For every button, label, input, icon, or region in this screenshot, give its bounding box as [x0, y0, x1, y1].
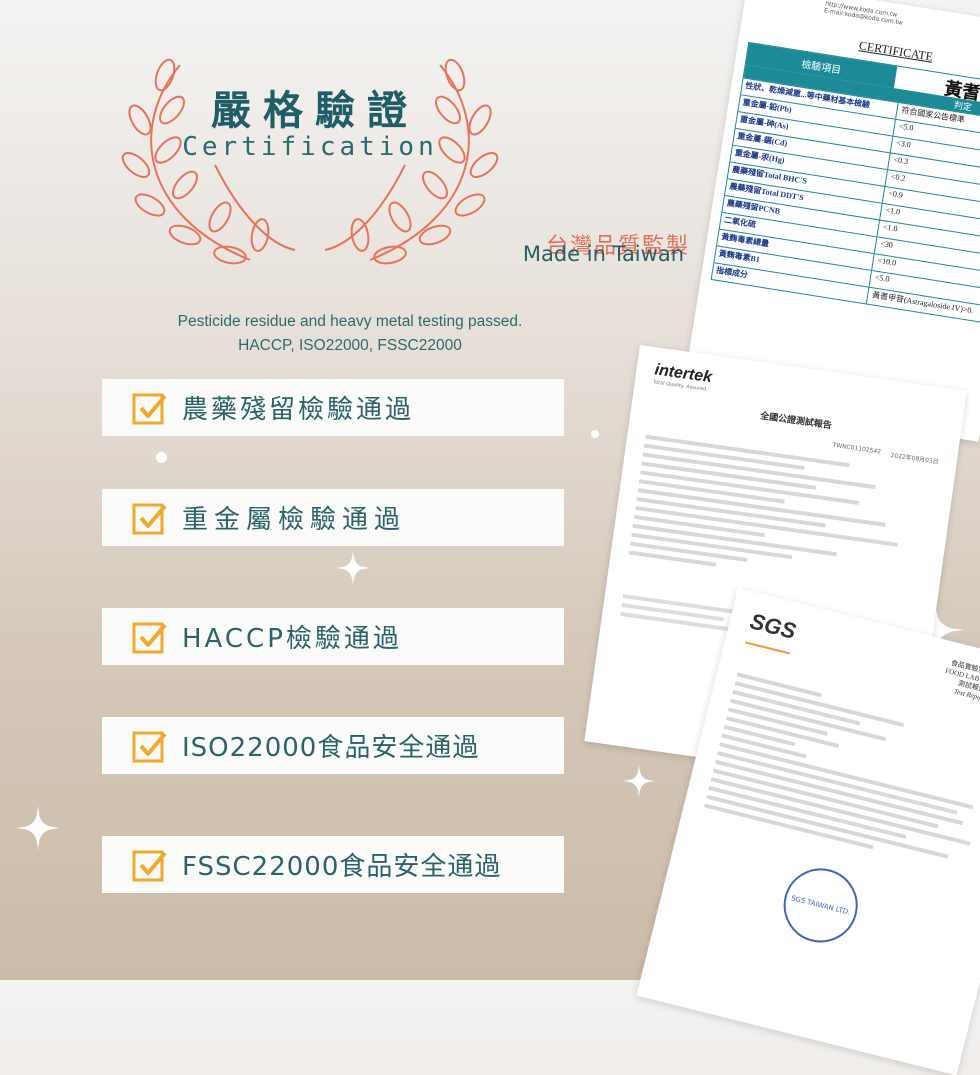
tests-passed-line1: Pesticide residue and heavy metal testin…	[177, 313, 523, 330]
sgs-logo: SGS	[744, 608, 799, 655]
tests-passed-text: Pesticide residue and heavy metal testin…	[110, 310, 590, 358]
decorative-dot	[156, 452, 167, 463]
checkbox-checked-icon	[132, 393, 167, 424]
certificate-table: 檢驗項目 黃耆 判定 性狀、乾燥減重...等中藥材基本檢驗 符合國家公告標準 重金屬-…	[710, 41, 980, 326]
sparkle-icon	[622, 764, 656, 798]
checkbox-checked-icon	[132, 850, 167, 881]
intertek-report-no: TWNC01102542	[832, 441, 882, 456]
checkbox-checked-icon	[132, 622, 167, 653]
checkbox-checked-icon	[132, 503, 167, 534]
check-row-iso22000: ISO22000食品安全通過	[102, 717, 564, 774]
made-in-taiwan-en: Made in Taiwan	[522, 242, 684, 266]
tests-passed-line2: HACCP, ISO22000, FSSC22000	[238, 337, 462, 354]
checkbox-checked-icon	[132, 731, 167, 762]
decorative-dot	[591, 430, 599, 438]
sgs-stamp-text: SGS TAIWAN LTD.	[790, 894, 852, 917]
intertek-date: 2022年08月03日	[890, 451, 940, 466]
check-row-haccp: HACCP檢驗通過	[102, 608, 564, 665]
sgs-stamp: SGS TAIWAN LTD.	[775, 860, 866, 951]
check-row-fssc22000: FSSC22000食品安全通過	[102, 836, 564, 893]
check-row-heavy-metal: 重金屬檢驗通過	[102, 489, 564, 546]
page-title: 嚴格驗證	[211, 88, 419, 134]
decorative-dot	[337, 743, 348, 754]
page-subtitle: Certification	[182, 132, 438, 162]
check-row-pesticide: 農藥殘留檢驗通過	[102, 379, 564, 436]
check-row-label: 農藥殘留檢驗通過	[182, 395, 415, 425]
sparkle-icon	[15, 805, 61, 851]
check-row-label: FSSC22000食品安全通過	[182, 852, 502, 882]
sparkle-icon	[335, 550, 371, 586]
check-row-label: HACCP檢驗通過	[182, 624, 402, 654]
check-row-label: ISO22000食品安全通過	[182, 733, 480, 763]
check-row-label: 重金屬檢驗通過	[182, 505, 407, 535]
